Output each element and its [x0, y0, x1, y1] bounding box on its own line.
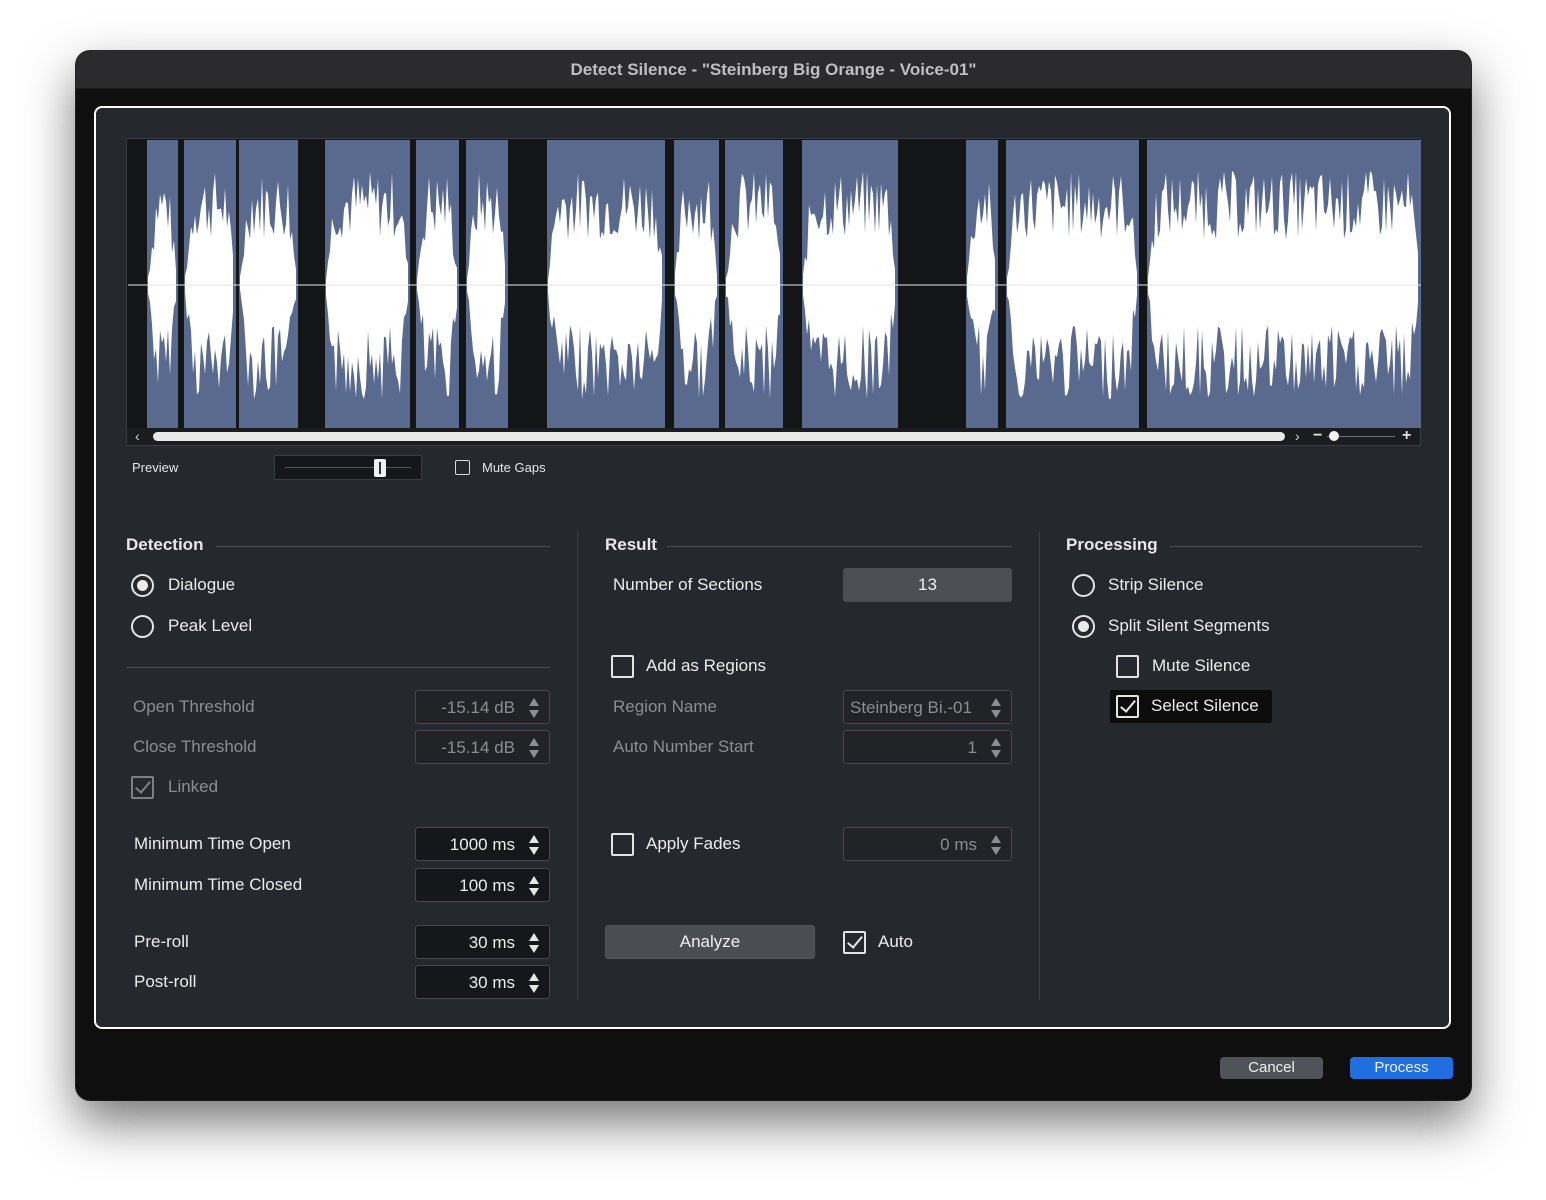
- number-of-sections-value: 13: [843, 568, 1012, 602]
- strip-silence-radio[interactable]: [1072, 574, 1095, 597]
- chevron-left-icon[interactable]: ‹: [135, 428, 140, 445]
- open-threshold-field[interactable]: -15.14 dB: [415, 690, 550, 724]
- region-name-label: Region Name: [613, 697, 717, 716]
- apply-fades-field[interactable]: 0 ms: [843, 827, 1012, 861]
- auto-number-start-label: Auto Number Start: [613, 737, 754, 756]
- preview-slider-knob[interactable]: [374, 459, 386, 477]
- apply-fades-label: Apply Fades: [646, 834, 741, 853]
- processing-title: Processing: [1066, 535, 1158, 554]
- auto-number-start-field[interactable]: 1: [843, 730, 1012, 764]
- select-silence-label: Select Silence: [1151, 696, 1259, 715]
- mute-gaps-label: Mute Gaps: [482, 460, 546, 475]
- stepper-icon[interactable]: [990, 835, 1002, 855]
- stepper-icon[interactable]: [528, 698, 540, 718]
- auto-number-start-value: 1: [967, 738, 977, 757]
- open-threshold-value: -15.14 dB: [441, 698, 515, 717]
- column-separator: [577, 532, 578, 1000]
- stepper-icon[interactable]: [528, 835, 540, 855]
- chevron-right-icon[interactable]: ›: [1295, 428, 1300, 445]
- peak-level-radio[interactable]: [131, 615, 154, 638]
- plus-icon[interactable]: +: [1402, 427, 1411, 444]
- detection-title: Detection: [126, 535, 204, 554]
- min-time-closed-label: Minimum Time Closed: [134, 875, 303, 894]
- mute-silence-checkbox[interactable]: [1116, 655, 1139, 678]
- stepper-icon[interactable]: [528, 738, 540, 758]
- pre-roll-field[interactable]: 30 ms: [415, 925, 550, 959]
- waveform-graph: [128, 140, 1421, 428]
- min-time-open-value: 1000 ms: [449, 835, 515, 854]
- mute-gaps-checkbox[interactable]: [455, 460, 470, 475]
- close-threshold-field[interactable]: -15.14 dB: [415, 730, 550, 764]
- apply-fades-checkbox[interactable]: [611, 833, 634, 856]
- detection-subdivider: [126, 667, 550, 668]
- stepper-icon[interactable]: [990, 738, 1002, 758]
- number-of-sections-label: Number of Sections: [613, 575, 763, 594]
- stepper-icon[interactable]: [990, 698, 1002, 718]
- close-threshold-value: -15.14 dB: [441, 738, 515, 757]
- auto-checkbox[interactable]: [843, 931, 866, 954]
- window-title: Detect Silence - "Steinberg Big Orange -…: [76, 51, 1471, 89]
- dialogue-label: Dialogue: [168, 575, 236, 594]
- min-time-closed-field[interactable]: 100 ms: [415, 868, 550, 902]
- add-as-regions-checkbox[interactable]: [611, 655, 634, 678]
- scrollbar-thumb[interactable]: [153, 432, 1285, 441]
- min-time-closed-value: 100 ms: [459, 876, 515, 895]
- column-separator: [1039, 532, 1040, 1000]
- strip-silence-label: Strip Silence: [1108, 575, 1204, 594]
- split-silent-segments-label: Split Silent Segments: [1108, 616, 1270, 635]
- post-roll-label: Post-roll: [134, 972, 197, 991]
- processing-divider: [1170, 546, 1422, 547]
- mute-silence-label: Mute Silence: [1152, 656, 1251, 675]
- preview-slider-track: [285, 467, 411, 468]
- add-as-regions-label: Add as Regions: [646, 656, 767, 675]
- peak-level-label: Peak Level: [168, 616, 253, 635]
- stepper-icon[interactable]: [528, 876, 540, 896]
- min-time-open-label: Minimum Time Open: [134, 834, 291, 853]
- stepper-icon[interactable]: [528, 973, 540, 993]
- analyze-button[interactable]: Analyze: [605, 925, 815, 959]
- dialogue-radio[interactable]: [131, 574, 154, 597]
- detection-divider: [216, 546, 550, 547]
- region-name-field[interactable]: Steinberg Bi.-01: [843, 690, 1012, 724]
- preview-volume-slider[interactable]: [274, 455, 422, 480]
- result-divider: [667, 546, 1012, 547]
- pre-roll-label: Pre-roll: [134, 932, 189, 951]
- linked-label: Linked: [168, 777, 219, 796]
- linked-checkbox[interactable]: [131, 776, 154, 799]
- waveform-display[interactable]: ‹ › − +: [126, 138, 1421, 446]
- detect-silence-dialog: Detect Silence - "Steinberg Big Orange -…: [76, 51, 1471, 1100]
- split-silent-segments-radio[interactable]: [1072, 615, 1095, 638]
- result-title: Result: [605, 535, 657, 554]
- zoom-slider-knob[interactable]: [1329, 431, 1339, 441]
- select-silence-checkbox[interactable]: [1116, 695, 1139, 718]
- apply-fades-value: 0 ms: [940, 835, 977, 854]
- waveform-scrollbar[interactable]: ‹ › − +: [127, 427, 1420, 445]
- post-roll-field[interactable]: 30 ms: [415, 965, 550, 999]
- main-panel: ‹ › − + Preview Mute Gaps Detection Dial…: [94, 106, 1451, 1029]
- close-threshold-label: Close Threshold: [133, 737, 257, 756]
- minus-icon[interactable]: −: [1313, 427, 1322, 444]
- min-time-open-field[interactable]: 1000 ms: [415, 827, 550, 861]
- preview-label: Preview: [132, 460, 179, 475]
- open-threshold-label: Open Threshold: [133, 697, 255, 716]
- pre-roll-value: 30 ms: [468, 933, 515, 952]
- process-button[interactable]: Process: [1350, 1057, 1453, 1079]
- cancel-button[interactable]: Cancel: [1220, 1057, 1323, 1079]
- post-roll-value: 30 ms: [468, 973, 515, 992]
- region-name-value: Steinberg Bi.-01: [850, 698, 972, 717]
- auto-label: Auto: [878, 932, 913, 951]
- stepper-icon[interactable]: [528, 933, 540, 953]
